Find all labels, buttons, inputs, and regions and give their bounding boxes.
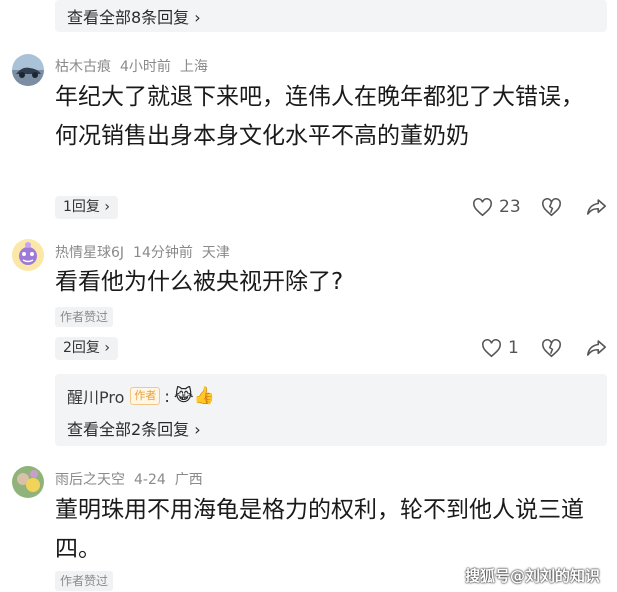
- like-button[interactable]: 1: [481, 338, 519, 358]
- reply-thread-box: 查看全部8条回复 ›: [55, 0, 607, 32]
- author-liked-tag: 作者赞过: [55, 307, 114, 327]
- timestamp: 4-24: [134, 472, 166, 488]
- like-count: 23: [499, 197, 521, 217]
- author-liked-tag: 作者赞过: [55, 571, 114, 591]
- comment-text: 看看他为什么被央视开除了?: [55, 269, 344, 295]
- watermark: 搜狐号@刘刘的知识: [465, 567, 601, 585]
- username[interactable]: 枯木古痕: [55, 59, 111, 75]
- reply-count-button[interactable]: 2回复 ›: [55, 337, 118, 360]
- share-icon[interactable]: [586, 338, 607, 358]
- avatar[interactable]: [12, 239, 44, 271]
- comment-text: 年纪大了就退下来吧，连伟人在晚年都犯了大错误，何况销售出身本身文化水平不高的董奶…: [55, 84, 584, 149]
- comment-meta: 雨后之天空 4-24 广西: [55, 469, 212, 489]
- location: 上海: [179, 59, 208, 75]
- comment-meta: 热情星球6J 14分钟前 天津: [55, 242, 239, 262]
- heart-icon: [482, 338, 501, 357]
- heart-icon: [473, 197, 492, 216]
- username[interactable]: 热情星球6J: [55, 245, 124, 261]
- sub-reply-username[interactable]: 醒川Pro: [67, 384, 124, 408]
- comment-meta: 枯木古痕 4小时前 上海: [55, 56, 217, 76]
- reply-count-button[interactable]: 1回复 ›: [55, 196, 118, 219]
- timestamp: 4小时前: [120, 59, 171, 75]
- comment-text: 董明珠用不用海龟是格力的权利，轮不到他人说三道四。: [55, 497, 584, 562]
- timestamp: 14分钟前: [133, 245, 193, 261]
- location: 天津: [201, 245, 230, 261]
- author-badge: 作者: [130, 387, 161, 405]
- broken-heart-icon[interactable]: [541, 198, 562, 217]
- reply-thread-box: 醒川Pro 作者 : 😹👍 查看全部2条回复 ›: [55, 374, 607, 446]
- view-all-replies-link[interactable]: 查看全部8条回复 ›: [67, 4, 201, 28]
- sub-reply-colon: :: [164, 386, 170, 406]
- avatar[interactable]: [12, 54, 44, 86]
- location: 广西: [174, 472, 203, 488]
- broken-heart-icon[interactable]: [541, 339, 562, 358]
- like-count: 1: [508, 338, 519, 358]
- username[interactable]: 雨后之天空: [55, 472, 125, 488]
- emoji-reply: 😹👍: [173, 386, 215, 406]
- share-icon[interactable]: [586, 197, 607, 217]
- view-all-replies-link[interactable]: 查看全部2条回复 ›: [67, 416, 201, 440]
- avatar[interactable]: [12, 466, 44, 498]
- sub-reply: 醒川Pro 作者 : 😹👍: [67, 384, 215, 408]
- like-button[interactable]: 23: [472, 197, 521, 217]
